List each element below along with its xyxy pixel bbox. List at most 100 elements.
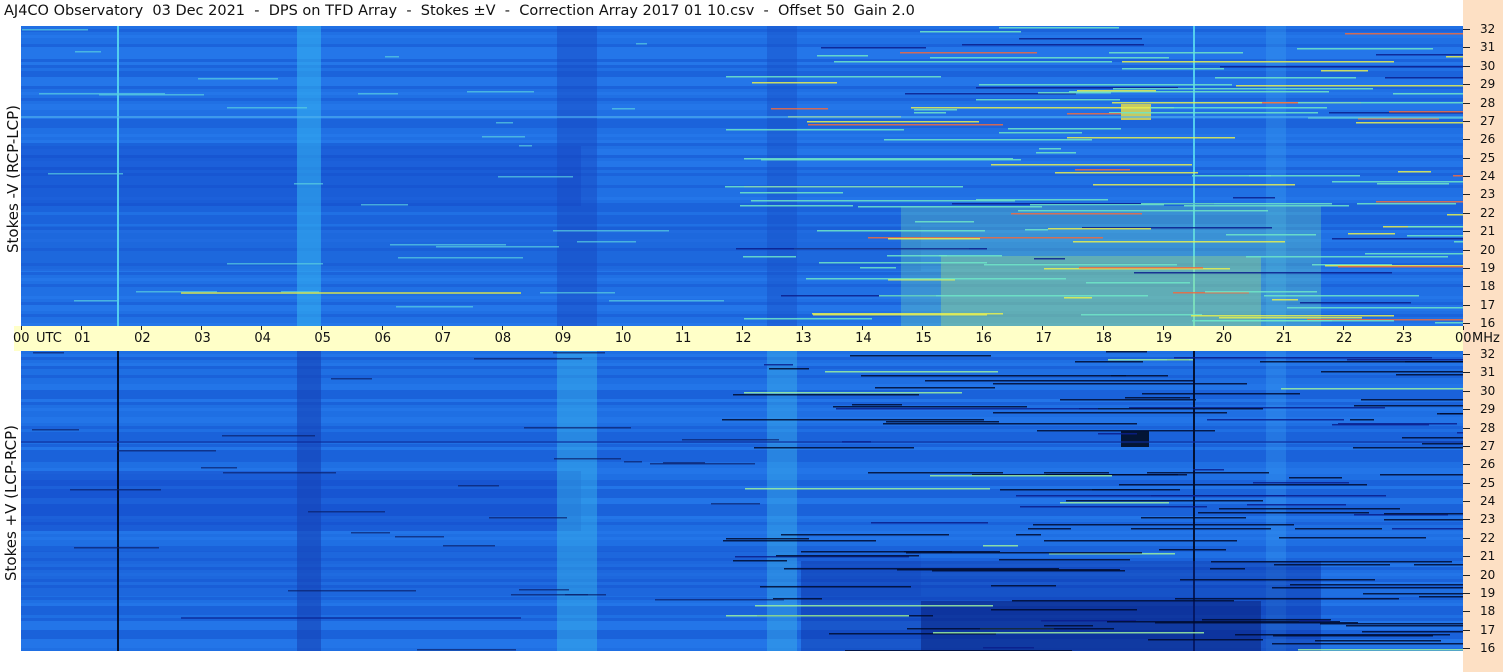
rfi-streak xyxy=(1141,203,1332,205)
rfi-streak xyxy=(1274,564,1390,566)
y-tick-label: 18 xyxy=(1480,604,1496,619)
rfi-streak xyxy=(1357,203,1456,205)
spectrogram-band xyxy=(21,369,1463,372)
rfi-streak xyxy=(760,586,911,588)
rfi-streak xyxy=(1151,495,1386,497)
x-tick-mark xyxy=(1282,326,1284,330)
rfi-streak xyxy=(1060,399,1196,401)
rfi-streak xyxy=(21,116,1463,118)
rfi-streak xyxy=(1320,623,1463,625)
rfi-streak xyxy=(751,200,1015,202)
rfi-streak xyxy=(663,462,705,464)
rfi-streak xyxy=(1384,513,1463,515)
rfi-streak xyxy=(1060,502,1169,504)
rfi-streak xyxy=(1347,359,1463,361)
rfi-streak xyxy=(227,263,323,265)
rfi-streak xyxy=(294,183,323,185)
rfi-streak xyxy=(807,121,979,123)
x-tick-mark xyxy=(982,326,984,330)
rfi-streak xyxy=(858,206,1042,208)
rfi-streak xyxy=(733,394,919,396)
rfi-streak xyxy=(682,439,779,441)
spectrogram-band xyxy=(21,38,1463,41)
rfi-streak xyxy=(1016,534,1041,536)
rfi-streak xyxy=(1345,33,1463,35)
rfi-streak xyxy=(1295,528,1382,530)
rfi-streak xyxy=(879,295,1148,297)
y-tick-mark xyxy=(1463,354,1470,355)
rfi-streak xyxy=(227,107,307,109)
spectrogram-band xyxy=(21,47,1463,50)
rfi-streak xyxy=(1346,625,1463,627)
rfi-streak xyxy=(1290,584,1463,586)
rfi-streak xyxy=(1393,93,1463,95)
rfi-streak xyxy=(1414,564,1463,566)
rfi-streak xyxy=(925,380,1195,382)
x-tick-mark xyxy=(381,326,383,330)
y-tick-mark xyxy=(1463,372,1470,374)
y-tick-mark xyxy=(1463,176,1470,177)
spectrogram-band xyxy=(21,531,1463,534)
rfi-streak xyxy=(744,392,962,394)
spectrogram-band xyxy=(21,546,1463,549)
spectrogram-band xyxy=(21,456,1463,459)
x-tick-label: 09 xyxy=(554,331,572,346)
rfi-streak xyxy=(914,109,957,111)
y-tick-label: 16 xyxy=(1480,641,1496,655)
x-tick-mark xyxy=(922,326,924,330)
y-tick-mark xyxy=(1463,574,1470,576)
y-tick-mark xyxy=(1463,29,1470,30)
spectrogram-band xyxy=(21,447,1463,450)
spectrogram-band xyxy=(21,426,1463,429)
y-tick-label: 30 xyxy=(1480,383,1496,398)
spectrogram-band xyxy=(21,134,1463,137)
x-tick-label: 10 xyxy=(614,331,632,346)
top-panel-ylabel: Stokes -V (RCP-LCP) xyxy=(4,105,22,253)
rfi-streak xyxy=(390,244,506,246)
rfi-streak xyxy=(1148,639,1263,641)
rfi-streak xyxy=(1150,107,1327,109)
spectrogram-band xyxy=(21,68,1463,71)
rfi-streak xyxy=(1392,528,1463,530)
rfi-streak xyxy=(764,364,793,366)
spectrogram-band xyxy=(21,98,1463,101)
rfi-streak xyxy=(991,164,1192,166)
y-tick-label: 28 xyxy=(1480,95,1496,110)
x-tick-mark xyxy=(681,326,683,330)
y-tick-mark xyxy=(1463,139,1470,141)
rfi-streak xyxy=(181,292,521,294)
rfi-streak xyxy=(991,585,1056,587)
x-tick-label: 21 xyxy=(1275,331,1293,346)
y-tick-label: 24 xyxy=(1480,169,1496,183)
spectrogram-band xyxy=(21,56,1463,59)
rfi-streak xyxy=(1272,587,1463,589)
rfi-streak xyxy=(1246,256,1448,258)
x-tick-label: 20 xyxy=(1215,331,1233,346)
rfi-streak xyxy=(1389,111,1463,113)
y-tick-mark xyxy=(1463,65,1470,67)
y-tick-mark xyxy=(1463,390,1470,392)
spectrogram-band xyxy=(21,468,1463,471)
rfi-streak xyxy=(1408,226,1463,228)
rfi-streak xyxy=(1113,88,1373,90)
x-tick-mark xyxy=(1342,326,1344,330)
y-tick-mark xyxy=(1463,519,1470,521)
bottom-panel-ylabel: Stokes +V (LCP-RCP) xyxy=(2,425,20,581)
rfi-streak xyxy=(99,94,204,96)
rfi-streak xyxy=(1396,374,1463,376)
y-tick-mark xyxy=(1463,482,1470,484)
x-tick-mark xyxy=(1042,326,1044,330)
rfi-streak xyxy=(991,609,1137,611)
rfi-streak xyxy=(1297,48,1433,50)
rfi-streak xyxy=(489,517,567,519)
y-tick-mark xyxy=(1463,84,1470,86)
y-tick-label: 18 xyxy=(1480,279,1496,294)
rfi-streak xyxy=(1249,175,1271,177)
rfi-streak xyxy=(1067,137,1235,139)
spectrogram-band xyxy=(21,411,1463,414)
rfi-streak xyxy=(1236,85,1463,87)
rfi-streak xyxy=(776,555,919,557)
rfi-streak xyxy=(655,599,784,601)
rfi-streak xyxy=(1376,54,1463,56)
rfi-streak xyxy=(1321,70,1368,72)
